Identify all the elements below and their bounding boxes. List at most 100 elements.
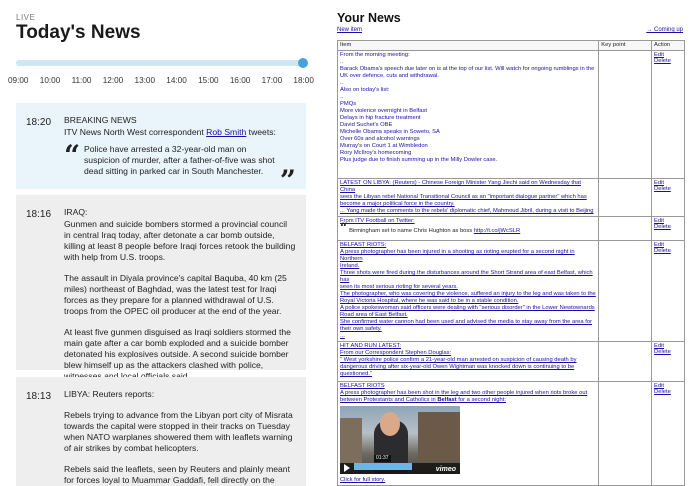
- timeline-tick-label: 17:00: [261, 76, 283, 85]
- close-quote-icon: ”: [279, 164, 296, 197]
- timeline-tick-label: 18:00: [293, 76, 314, 85]
- key-point-cell: [598, 216, 653, 241]
- timeline-tick-label: 12:00: [102, 76, 124, 85]
- timeline-fill: [16, 60, 303, 66]
- item-cell: BELFAST RIOTS: A press photographer has b…: [337, 240, 600, 342]
- news-entry: 18:20 BREAKING NEWS ITV News North West …: [16, 103, 306, 195]
- open-quote-icon: “: [340, 221, 348, 236]
- action-cell: Edit Delete: [651, 341, 685, 382]
- timeline-tick-label: 09:00: [8, 76, 29, 85]
- live-label: LIVE: [16, 13, 36, 22]
- news-table: Item Key point Action From the morning m…: [337, 40, 685, 486]
- action-cell: Edit Delete: [651, 178, 685, 217]
- column-header-action: Action: [651, 40, 685, 51]
- row-line: Also on today's list:: [340, 87, 390, 93]
- row-text-part: for a second night:: [456, 397, 506, 403]
- timeline-labels: 09:00 10:00 11:00 12:00 13:00 14:00 15:00 16:00…: [8, 76, 314, 85]
- row-text: “ Birmingham set to name Chris Hughton a…: [340, 222, 596, 235]
- row-line: Over 60s and alcohol warnings: [340, 136, 420, 142]
- video-player[interactable]: 01:37 vimeo: [340, 406, 460, 474]
- page-title: Today's News: [16, 22, 141, 43]
- column-header-key-point: Key point: [598, 40, 653, 51]
- delete-link[interactable]: Delete: [654, 186, 682, 192]
- row-line: Road area of East Belfast.: [340, 312, 408, 318]
- row-line: From our Correspondent Stephen Douglas:: [340, 350, 452, 356]
- entry-paragraph: Gunmen and suicide bombers stormed a pro…: [64, 219, 296, 262]
- row-line: Royal Victoria Hospital, where he was sa…: [340, 298, 519, 304]
- timeline-tick-label: 14:00: [166, 76, 187, 85]
- row-line: Three shots were fired during the distur…: [340, 270, 593, 283]
- live-news-panel: LIVE Today's News 09:00 10:00 11:00 12:00 13…: [0, 0, 322, 486]
- row-line: More violence overnight in Belfast: [340, 108, 427, 114]
- entry-paragraph: Rebels trying to advance from the Libyan…: [64, 410, 293, 453]
- delete-link[interactable]: Delete: [654, 389, 682, 395]
- table-row: From the morning meeting:.. Barack Obama'…: [337, 50, 685, 179]
- news-entry: 18:16 IRAQ: Gunmen and suicide bombers s…: [16, 195, 306, 381]
- new-item-link[interactable]: New item: [337, 27, 362, 33]
- video-progress-bar[interactable]: [354, 463, 412, 470]
- entry-paragraph: Rebels said the leaflets, seen by Reuter…: [64, 464, 290, 485]
- column-header-item: Item: [337, 40, 600, 51]
- vimeo-logo[interactable]: vimeo: [436, 466, 456, 473]
- full-story-link[interactable]: Click for full story.: [340, 477, 596, 484]
- tweet-url-link[interactable]: http://t.co/jWcSLR: [474, 228, 520, 234]
- key-point-cell: [598, 240, 653, 342]
- delete-link[interactable]: Delete: [654, 224, 682, 230]
- news-entry: 18:13 LIBYA: Reuters reports: Rebels try…: [16, 377, 306, 486]
- entry-paragraph: At least five gunmen disguised as Iraqi …: [64, 327, 291, 381]
- entry-intro-text: ITV News North West correspondent: [64, 127, 207, 137]
- video-time: 01:37: [374, 455, 391, 462]
- timeline-tick-label: 10:00: [39, 76, 61, 85]
- play-icon[interactable]: [344, 464, 350, 472]
- row-line: sees the Libyan rebel National Transitio…: [340, 194, 587, 200]
- item-cell: BELFAST RIOTS A press photographer has b…: [337, 381, 600, 486]
- row-line: Delays in hip fracture treatment: [340, 115, 421, 121]
- timeline-slider[interactable]: [16, 58, 308, 68]
- row-line: PMQs: [340, 101, 357, 107]
- action-cell: Edit Delete: [651, 240, 685, 342]
- coming-up-link[interactable]: → Coming up: [646, 27, 683, 33]
- row-line: HIT AND RUN LATEST:: [340, 343, 401, 349]
- delete-link[interactable]: Delete: [654, 58, 682, 64]
- action-cell: Edit Delete: [651, 50, 685, 179]
- row-line: A police spokeswoman said officers were …: [340, 305, 595, 311]
- key-point-cell: [598, 178, 653, 217]
- tweet-quote: “ Police have arrested a 32-year-old man…: [64, 142, 296, 195]
- row-line: seen its most serious rioting for severa…: [340, 284, 458, 290]
- table-row: BELFAST RIOTS A press photographer has b…: [337, 381, 685, 486]
- timeline-handle[interactable]: [298, 58, 308, 68]
- entry-intro-suffix: tweets:: [246, 127, 276, 137]
- entry-label: BREAKING NEWS: [64, 115, 137, 125]
- timeline-tick-label: 13:00: [134, 76, 156, 85]
- row-line: UK over defence, cuts and withdrawal.: [340, 73, 439, 79]
- your-news-title: Your News: [337, 11, 401, 25]
- delete-link[interactable]: Delete: [654, 349, 682, 355]
- row-text: between Protestants and Catholics in Bel…: [340, 397, 596, 404]
- action-cell: Edit Delete: [651, 381, 685, 486]
- entry-paragraph: The assault in Diyala province's capital…: [64, 273, 287, 316]
- key-point-cell: [598, 381, 653, 486]
- item-cell: From the morning meeting:.. Barack Obama'…: [337, 50, 600, 179]
- table-row: BELFAST RIOTS: A press photographer has b…: [337, 240, 685, 342]
- key-point-cell: [598, 341, 653, 382]
- entry-time: 18:13: [26, 391, 52, 402]
- row-text-content: Birmingham set to name Chris Hughton as …: [349, 228, 474, 234]
- row-line: From the morning meeting:: [340, 52, 410, 58]
- row-line: David Suchet's OBE: [340, 122, 393, 128]
- row-header: BELFAST RIOTS: [340, 383, 385, 389]
- row-text: A press photographer has been shot in th…: [340, 390, 588, 396]
- timeline-tick-label: 11:00: [71, 76, 92, 85]
- item-cell: LATEST ON LIBYA: (Reuters) - Chinese For…: [337, 178, 600, 217]
- item-cell: From ITV Football on Twitter: “ Birmingh…: [337, 216, 600, 241]
- table-row: From ITV Football on Twitter: “ Birmingh…: [337, 216, 685, 241]
- row-line: Murray's on Court 1 at Wimbledon: [340, 143, 428, 149]
- timeline-tick-label: 15:00: [198, 76, 219, 85]
- row-line: Plus judge due to finish summing up in t…: [340, 157, 498, 163]
- delete-link[interactable]: Delete: [654, 248, 682, 254]
- timeline-tick-label: 16:00: [229, 76, 251, 85]
- table-row: LATEST ON LIBYA: (Reuters) - Chinese For…: [337, 178, 685, 217]
- row-line: Ireland.: [340, 263, 360, 269]
- entry-intro: ITV News North West correspondent Rob Sm…: [64, 127, 296, 138]
- video-scene: [418, 412, 460, 462]
- correspondent-link[interactable]: Rob Smith: [206, 127, 246, 137]
